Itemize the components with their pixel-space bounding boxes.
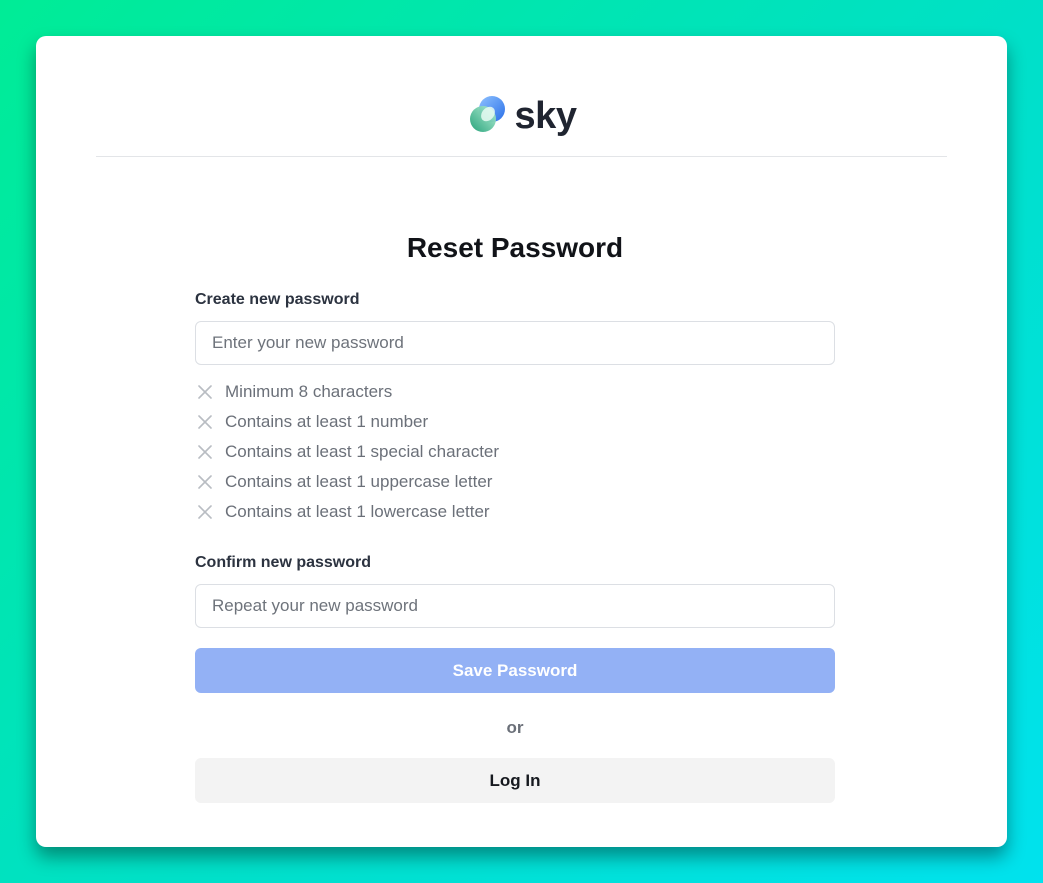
- requirement-text: Contains at least 1 number: [225, 412, 429, 431]
- password-requirements-list: Minimum 8 characters Contains at least 1…: [195, 377, 835, 527]
- page-title: Reset Password: [406, 232, 624, 263]
- requirement-uppercase: Contains at least 1 uppercase letter: [195, 467, 835, 497]
- reset-password-form: Reset Password Create new password Minim…: [195, 226, 835, 803]
- x-icon: [195, 442, 215, 462]
- new-password-label: Create new password: [195, 291, 360, 308]
- brand-name: sky: [514, 94, 577, 137]
- x-icon: [195, 412, 215, 432]
- confirm-password-label: Confirm new password: [195, 554, 372, 571]
- requirement-number: Contains at least 1 number: [195, 407, 835, 437]
- save-password-button[interactable]: Save Password: [195, 648, 835, 693]
- header-divider: [96, 156, 947, 157]
- or-separator: or: [506, 718, 524, 737]
- requirement-min-length: Minimum 8 characters: [195, 377, 835, 407]
- sky-logo-icon: [467, 94, 509, 141]
- x-icon: [195, 502, 215, 522]
- x-icon: [195, 472, 215, 492]
- brand-header: sky: [36, 94, 1007, 141]
- requirement-lowercase: Contains at least 1 lowercase letter: [195, 497, 835, 527]
- requirement-text: Minimum 8 characters: [225, 382, 393, 401]
- log-in-button[interactable]: Log In: [195, 758, 835, 803]
- reset-password-card: sky Reset Password Create new password M…: [36, 36, 1007, 847]
- new-password-input[interactable]: [195, 321, 835, 365]
- confirm-password-input[interactable]: [195, 584, 835, 628]
- requirement-special-character: Contains at least 1 special character: [195, 437, 835, 467]
- requirement-text: Contains at least 1 uppercase letter: [225, 472, 493, 491]
- requirement-text: Contains at least 1 lowercase letter: [225, 502, 490, 521]
- x-icon: [195, 382, 215, 402]
- requirement-text: Contains at least 1 special character: [225, 442, 500, 461]
